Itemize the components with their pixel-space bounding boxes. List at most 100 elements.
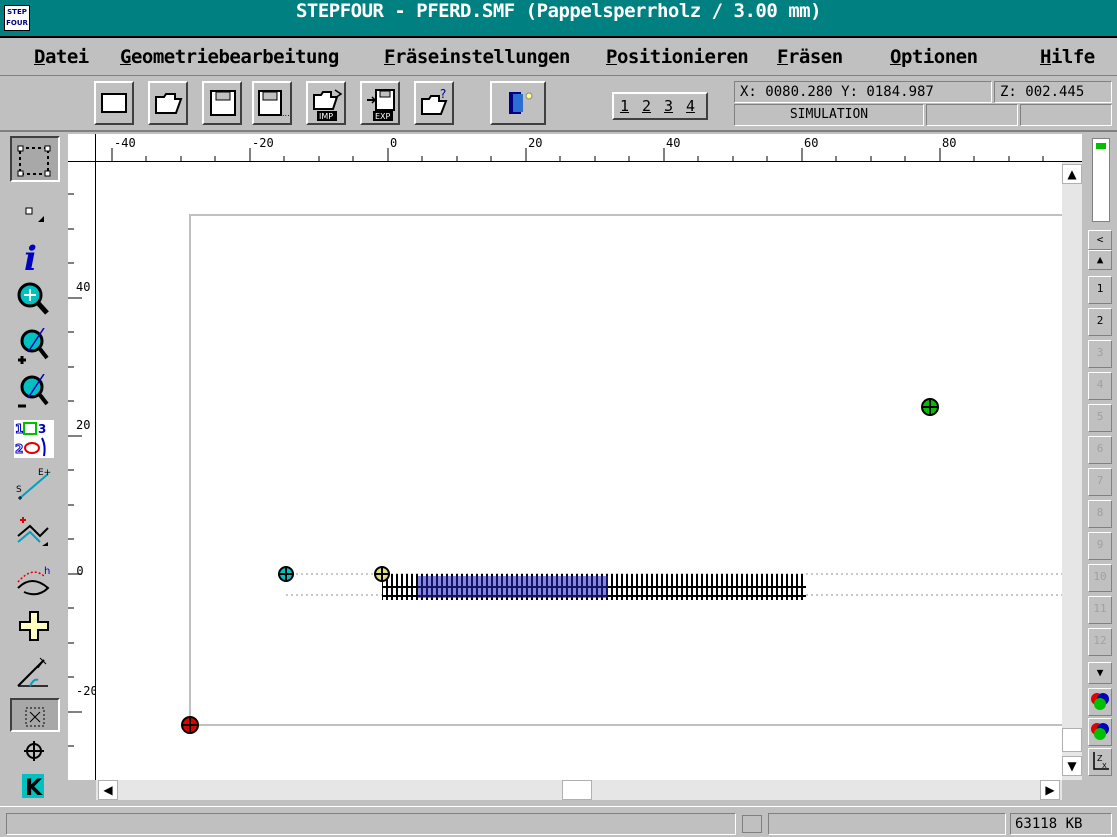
k-label: K — [25, 776, 43, 800]
drawing-canvas[interactable] — [96, 162, 1062, 780]
page-4-button[interactable]: 4 — [686, 97, 695, 115]
menu-positionieren[interactable]: Positionieren — [606, 46, 749, 68]
open-file-button[interactable] — [148, 81, 188, 125]
layer-down-button[interactable]: ▼ — [1088, 662, 1112, 684]
imp-label: IMP — [319, 112, 333, 121]
svg-text:X: X — [1102, 762, 1107, 770]
vertical-scrollbar[interactable]: ▲ ▼ — [1062, 162, 1082, 780]
page-1-button[interactable]: 1 — [620, 97, 629, 115]
page-2-button[interactable]: 2 — [642, 97, 651, 115]
target-icon — [24, 741, 44, 761]
layer-9-button[interactable]: 9 — [1088, 532, 1112, 560]
color-layers-button[interactable] — [1088, 688, 1112, 716]
select-rect-tool[interactable] — [10, 136, 60, 182]
shapes-tool[interactable]: 1 3 2 — [10, 416, 60, 462]
color-points-icon — [1091, 723, 1109, 740]
line-tool[interactable]: S E+ — [10, 462, 60, 508]
svg-text:E+: E+ — [38, 468, 51, 478]
vertical-scroll-thumb[interactable] — [1062, 728, 1082, 752]
exit-button[interactable] — [490, 81, 546, 125]
ruler-y-label: 20 — [76, 418, 91, 432]
main-window: STEP FOUR STEPFOUR - PFERD.SMF (Pappelsp… — [0, 0, 1117, 837]
menu-geometriebearbeitung[interactable]: Geometriebearbeitung — [120, 46, 339, 68]
tool-marker-yellow — [374, 566, 390, 582]
menu-optionen[interactable]: Optionen — [890, 46, 978, 68]
svg-text:...: ... — [282, 109, 289, 118]
horizontal-scroll-thumb[interactable] — [562, 780, 592, 800]
layer-10-button[interactable]: 10 — [1088, 564, 1112, 592]
menu-bar: Datei Geometriebearbeitung Fräseinstellu… — [0, 40, 1117, 76]
scroll-down-button[interactable]: ▼ — [1062, 756, 1082, 776]
menu-datei[interactable]: Datei — [34, 46, 89, 68]
scroll-right-button[interactable]: ▶ — [1040, 780, 1060, 800]
layer-5-button[interactable]: 5 — [1088, 404, 1112, 432]
zoom-out-tool[interactable] — [10, 370, 60, 416]
horizontal-scrollbar[interactable]: ◀ ▶ — [96, 780, 1062, 800]
k-tool[interactable]: K — [10, 768, 60, 802]
ruler-x-label: -40 — [114, 136, 136, 150]
layer-12-button[interactable]: 12 — [1088, 628, 1112, 656]
ruler-y-label: 40 — [76, 280, 91, 294]
workpiece-drawing — [181, 214, 1062, 734]
ruler-corner — [68, 134, 96, 162]
save-as-button[interactable]: ... — [252, 81, 292, 125]
zoom-tool[interactable] — [10, 276, 60, 322]
target-tool[interactable] — [10, 734, 60, 766]
select-point-tool[interactable] — [10, 190, 60, 236]
layer-7-button[interactable]: 7 — [1088, 468, 1112, 496]
svg-text:?: ? — [440, 88, 446, 101]
status-bar: 63118 KB — [0, 806, 1117, 837]
page-3-button[interactable]: 3 — [664, 97, 673, 115]
measure-icon — [17, 657, 48, 687]
save-file-button[interactable] — [202, 81, 242, 125]
status-indicator — [742, 815, 762, 833]
info-tool[interactable]: i — [10, 232, 60, 278]
crosshair-tool[interactable] — [10, 604, 60, 650]
scroll-left-button[interactable]: ◀ — [98, 780, 118, 800]
layer-1-button[interactable]: 1 — [1088, 276, 1112, 304]
layer-3-button[interactable]: 3 — [1088, 340, 1112, 368]
zoom-in-tool[interactable] — [10, 324, 60, 370]
layer-8-button[interactable]: 8 — [1088, 500, 1112, 528]
menu-fraeseinstellungen[interactable]: Fräseinstellungen — [384, 46, 570, 68]
export-button[interactable]: EXP — [360, 81, 400, 125]
shapes-icon: 1 3 2 — [14, 420, 54, 458]
import-button[interactable]: IMP — [306, 81, 346, 125]
menu-fraesen[interactable]: Fräsen — [777, 46, 843, 68]
horizontal-ruler: -40 -20 0 20 40 60 80 — [96, 134, 1082, 162]
layer-slider-indicator — [1096, 143, 1106, 149]
status-message — [6, 813, 736, 835]
zoom-out-icon — [18, 374, 49, 408]
layer-slider[interactable] — [1092, 138, 1110, 222]
grid-snap-tool[interactable] — [10, 698, 60, 732]
zoom-icon — [17, 282, 49, 315]
polyline-tool[interactable] — [10, 510, 60, 556]
axis-toggle-button[interactable]: ZX — [1088, 748, 1112, 776]
right-panel: < ▲ 1 2 3 4 5 6 7 8 9 10 11 12 ▼ ZX — [1082, 134, 1117, 804]
ruler-y-label: 0 — [76, 564, 84, 578]
floppy-export-icon: EXP — [367, 89, 395, 121]
horizontal-ruler-ticks — [111, 148, 1044, 162]
ruler-x-label: 60 — [804, 136, 819, 150]
menu-hilfe[interactable]: Hilfe — [1040, 46, 1095, 68]
new-file-button[interactable] — [94, 81, 134, 125]
grid-icon — [25, 707, 45, 727]
scroll-up-button[interactable]: ▲ — [1062, 164, 1082, 184]
layer-6-button[interactable]: 6 — [1088, 436, 1112, 464]
ruler-x-label: 0 — [390, 136, 398, 150]
layer-11-button[interactable]: 11 — [1088, 596, 1112, 624]
layer-up-button[interactable]: ▲ — [1088, 250, 1112, 270]
new-file-icon — [101, 93, 127, 113]
open-help-button[interactable]: ? — [414, 81, 454, 125]
floppy-save-as-icon: ... — [258, 90, 289, 118]
ruler-x-label: 20 — [528, 136, 543, 150]
layer-2-button[interactable]: 2 — [1088, 308, 1112, 336]
layer-scroll-left[interactable]: < — [1088, 230, 1112, 250]
arc-tool[interactable]: h — [10, 558, 60, 604]
measure-tool[interactable] — [10, 650, 60, 696]
mode-indicator: SIMULATION — [734, 104, 924, 126]
ruler-x-label: 40 — [666, 136, 681, 150]
color-points-button[interactable] — [1088, 718, 1112, 746]
layer-4-button[interactable]: 4 — [1088, 372, 1112, 400]
open-folder-icon — [155, 93, 183, 114]
